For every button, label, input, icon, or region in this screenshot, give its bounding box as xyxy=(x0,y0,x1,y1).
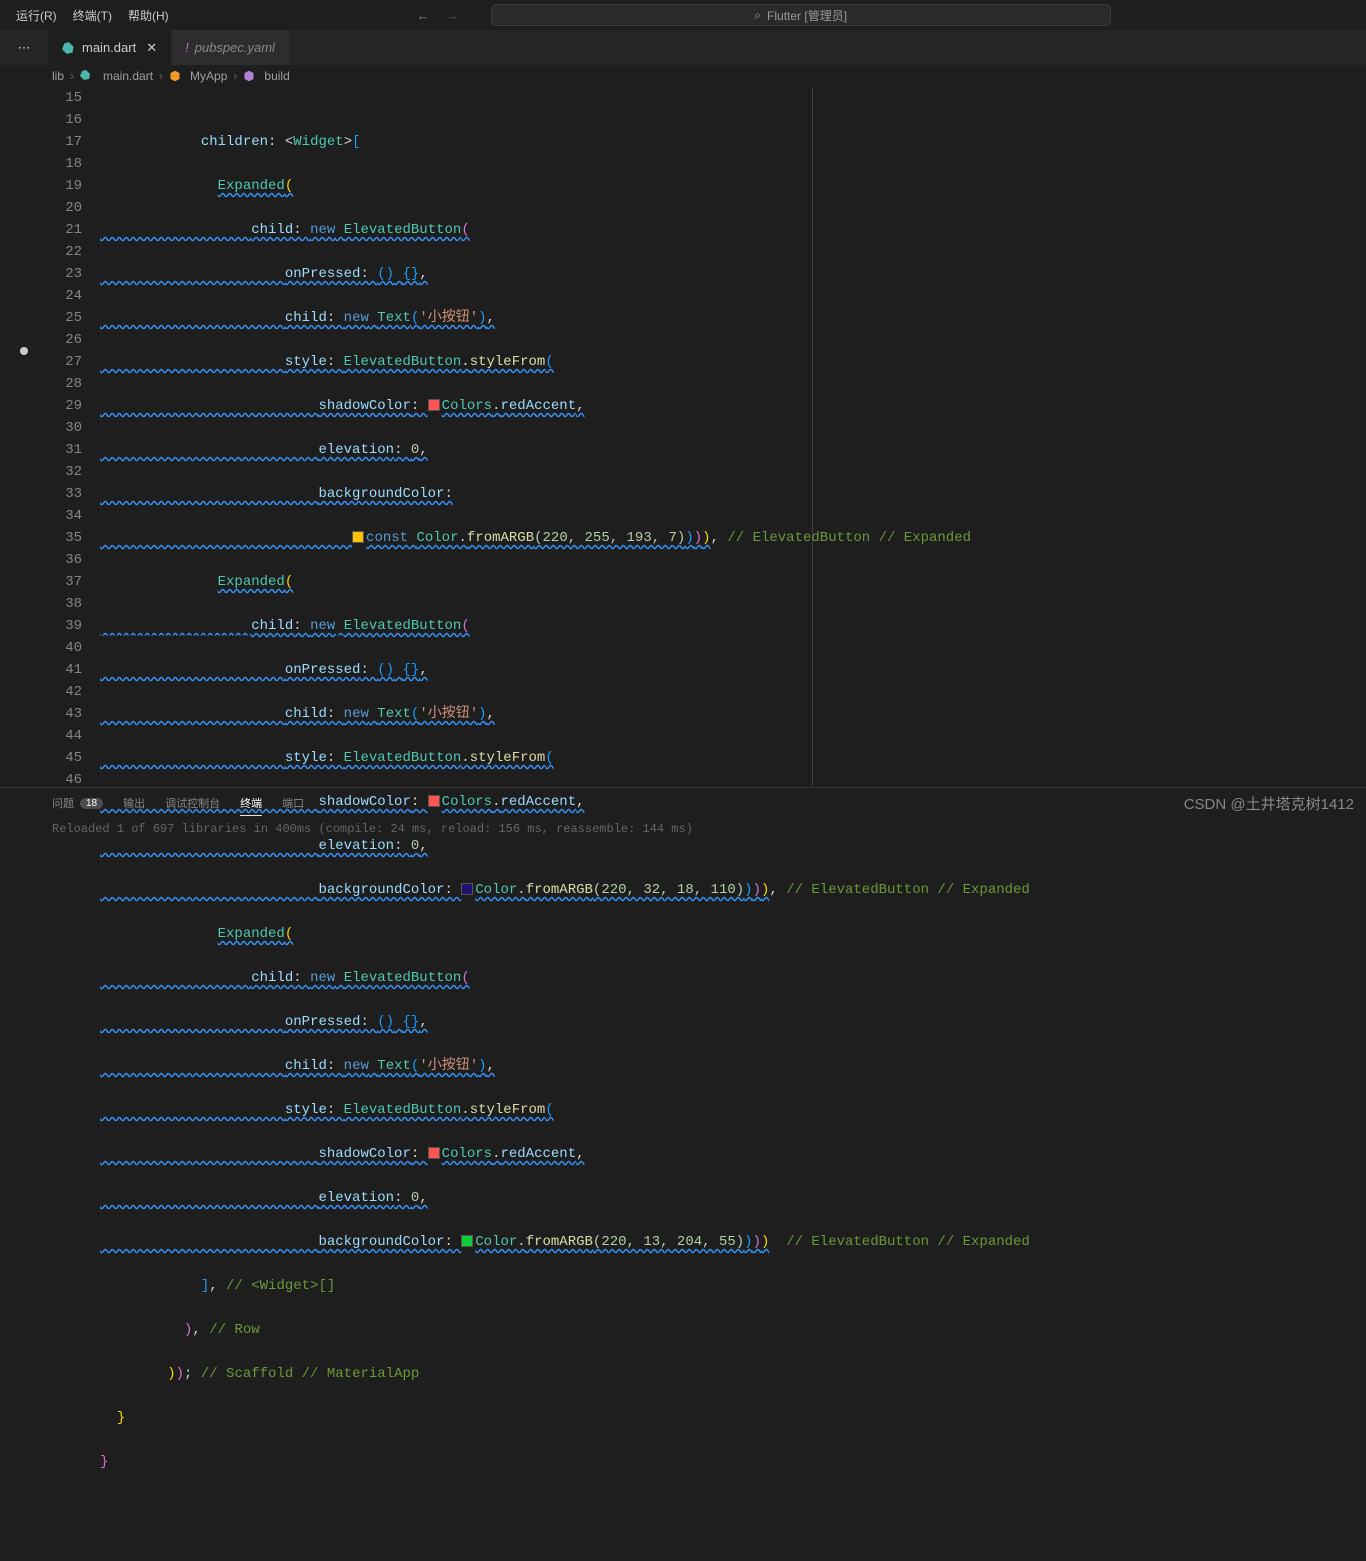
bc-file[interactable]: main.dart xyxy=(103,69,153,83)
tabs-row: ⋯ main.dart ✕ ! pubspec.yaml xyxy=(0,30,1366,65)
tab-label: pubspec.yaml xyxy=(195,40,275,55)
nav-forward-icon[interactable]: → xyxy=(446,8,459,23)
dirty-indicator-icon xyxy=(20,347,28,355)
dart-file-icon xyxy=(62,41,76,55)
bc-folder[interactable]: lib xyxy=(52,69,64,83)
method-icon xyxy=(243,70,255,82)
terminal-output: Reloaded 1 of 697 libraries in 400ms (co… xyxy=(0,818,1366,840)
menu-terminal[interactable]: 终端(T) xyxy=(65,7,120,24)
activity-bar xyxy=(0,87,48,787)
nav-back-icon[interactable]: ← xyxy=(417,8,430,23)
tab-main-dart[interactable]: main.dart ✕ xyxy=(48,30,171,65)
watermark: CSDN @土井塔克树1412 xyxy=(1184,793,1354,814)
editor-overflow-icon[interactable]: ⋯ xyxy=(0,40,48,56)
color-swatch-green xyxy=(461,1235,473,1247)
menu-help[interactable]: 帮助(H) xyxy=(120,7,177,24)
editor[interactable]: 1516171819202122232425262728293031323334… xyxy=(48,87,1366,787)
menubar: 运行(R) 终端(T) 帮助(H) ← → ⌕ Flutter [管理员] xyxy=(0,0,1366,30)
chevron-right-icon: › xyxy=(233,69,237,83)
chevron-right-icon: › xyxy=(70,69,74,83)
search-text: Flutter [管理员] xyxy=(767,7,847,24)
color-swatch-red xyxy=(428,1147,440,1159)
tab-label: main.dart xyxy=(82,40,136,55)
dart-file-icon xyxy=(80,69,94,83)
panel-problems[interactable]: 问题18 xyxy=(52,795,103,811)
command-center[interactable]: ⌕ Flutter [管理员] xyxy=(491,4,1111,26)
breadcrumb[interactable]: lib › main.dart › MyApp › build xyxy=(0,65,1366,87)
close-icon[interactable]: ✕ xyxy=(146,40,157,56)
code-area[interactable]: children: <Widget>[ Expanded( child: new… xyxy=(100,87,1366,787)
menu-run[interactable]: 运行(R) xyxy=(8,7,65,24)
class-icon xyxy=(169,70,181,82)
color-swatch-red xyxy=(428,399,440,411)
color-swatch-gold xyxy=(352,531,364,543)
search-icon: ⌕ xyxy=(754,8,761,23)
line-numbers: 1516171819202122232425262728293031323334… xyxy=(48,87,100,787)
chevron-right-icon: › xyxy=(159,69,163,83)
tab-pubspec[interactable]: ! pubspec.yaml xyxy=(171,30,289,65)
color-swatch-red xyxy=(428,795,440,807)
bc-class[interactable]: MyApp xyxy=(190,69,227,83)
bc-method[interactable]: build xyxy=(264,69,289,83)
yaml-file-icon: ! xyxy=(185,40,189,55)
color-swatch-indigo xyxy=(461,883,473,895)
